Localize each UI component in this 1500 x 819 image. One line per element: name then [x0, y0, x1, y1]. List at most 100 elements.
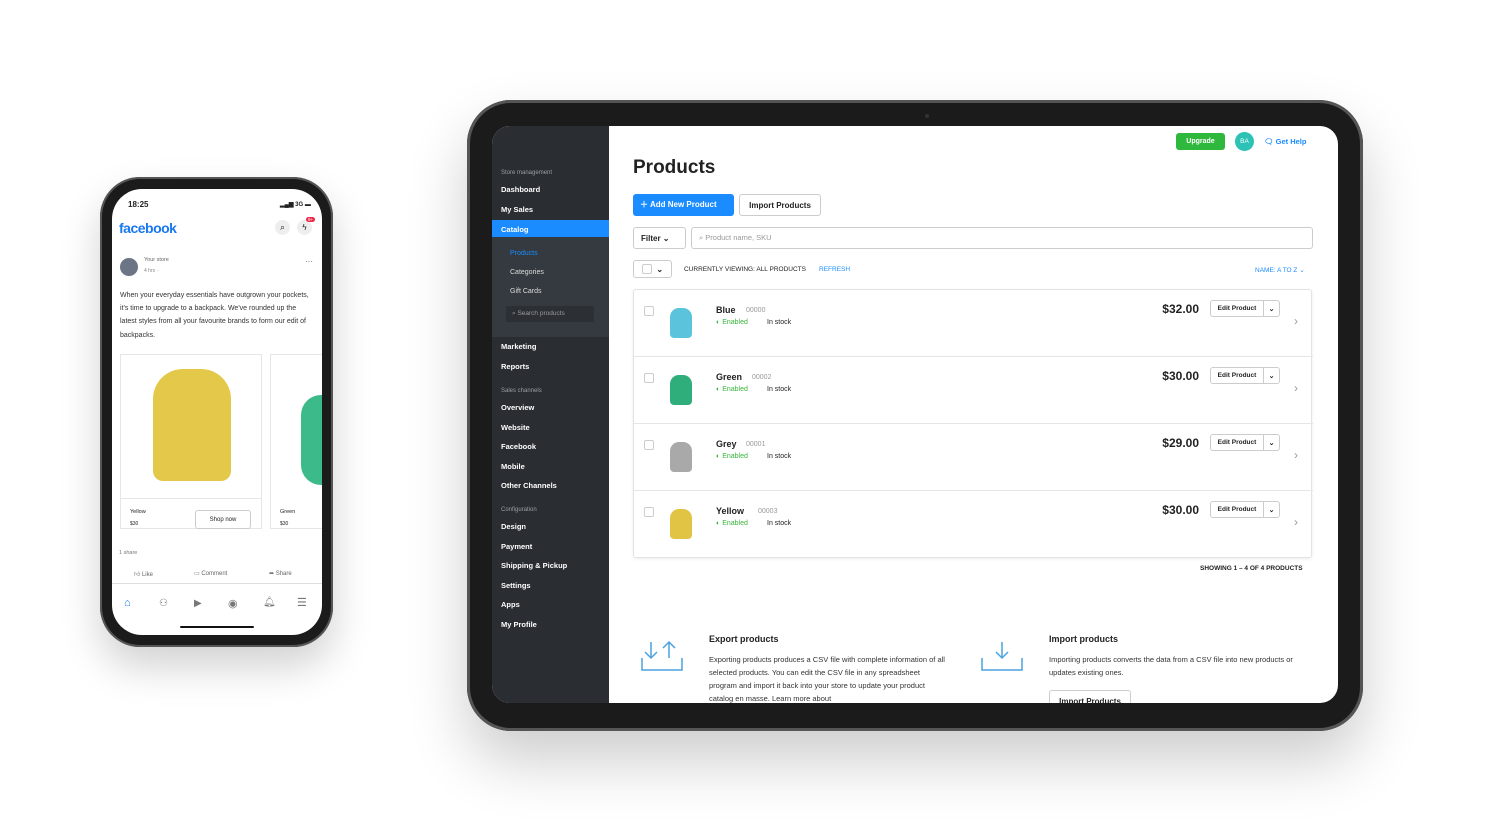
watch-icon[interactable]: ▶: [194, 598, 202, 609]
menu-icon[interactable]: ☰: [297, 596, 307, 609]
row-checkbox[interactable]: [644, 373, 654, 383]
sidebar-item-design[interactable]: Design: [501, 522, 526, 531]
filter-dropdown[interactable]: Filter ⌄: [633, 227, 686, 249]
product-row[interactable]: Yellow 00003 ◐ Enabled In stock $30.00 E…: [634, 491, 1313, 558]
section-store-management: Store management: [501, 170, 553, 176]
status-label: Enabled: [722, 453, 748, 460]
product-sku: 00002: [752, 374, 772, 381]
bulk-select-dropdown[interactable]: ⌄: [633, 260, 672, 278]
avatar: [120, 258, 138, 276]
refresh-link[interactable]: REFRESH: [819, 266, 850, 273]
sidebar-item-reports[interactable]: Reports: [501, 362, 529, 371]
product-name[interactable]: Green: [716, 372, 742, 382]
product-price: $30.00: [1162, 503, 1199, 517]
chevron-right-icon[interactable]: ›: [1294, 314, 1298, 328]
facebook-logo: facebook: [119, 220, 177, 236]
product-name: Green: [280, 509, 296, 515]
sidebar-item-overview[interactable]: Overview: [501, 403, 534, 412]
row-checkbox[interactable]: [644, 306, 654, 316]
edit-options-dropdown[interactable]: ⌄: [1263, 434, 1280, 451]
shop-now-button[interactable]: Shop now: [195, 510, 251, 529]
product-name[interactable]: Blue: [716, 305, 736, 315]
product-row[interactable]: Blue 00000 ◐ Enabled In stock $32.00 Edi…: [634, 290, 1313, 357]
post-text: When your everyday essentials have outgr…: [120, 292, 309, 339]
import-products-secondary-button[interactable]: Import Products: [1049, 690, 1131, 703]
sidebar-item-mobile[interactable]: Mobile: [501, 462, 525, 471]
edit-product-button[interactable]: Edit Product: [1210, 501, 1264, 518]
catalog-submenu: Products Categories Gift Cards ⌕ Search …: [492, 237, 609, 337]
sidebar-item-catalog[interactable]: Catalog: [492, 220, 609, 238]
comment-button[interactable]: ▭ Comment: [194, 570, 227, 577]
like-button[interactable]: 👍︎ Like: [134, 570, 153, 578]
sidebar-item-facebook[interactable]: Facebook: [501, 442, 536, 451]
stock-status: In stock: [767, 453, 792, 460]
sidebar-item-other-channels[interactable]: Other Channels: [501, 481, 557, 490]
sidebar-item-marketing[interactable]: Marketing: [501, 342, 536, 351]
sidebar-subitem-products[interactable]: Products: [510, 250, 538, 257]
chevron-right-icon[interactable]: ›: [1294, 448, 1298, 462]
viewing-label: CURRENTLY VIEWING: ALL PRODUCTS: [684, 266, 806, 273]
product-thumbnail: [670, 509, 692, 539]
row-checkbox[interactable]: [644, 507, 654, 517]
edit-product-button[interactable]: Edit Product: [1210, 434, 1264, 451]
edit-options-dropdown[interactable]: ⌄: [1263, 300, 1280, 317]
avatar[interactable]: BA: [1235, 132, 1254, 151]
select-all-checkbox[interactable]: [641, 264, 652, 274]
sidebar-subitem-gift-cards[interactable]: Gift Cards: [510, 288, 542, 295]
bell-icon[interactable]: 🔔︎: [263, 597, 276, 608]
status-badge: ◐ Enabled: [716, 453, 748, 460]
search-icon[interactable]: ⌕: [275, 220, 290, 235]
home-icon[interactable]: ⌂: [124, 597, 131, 609]
add-new-product-label: Add New Product: [649, 200, 717, 209]
sidebar-item-my-sales[interactable]: My Sales: [501, 205, 533, 214]
more-icon[interactable]: ···: [305, 257, 313, 266]
sidebar-search-input[interactable]: ⌕ Search products: [506, 306, 594, 322]
product-sku: 00000: [746, 307, 766, 314]
product-price: $30: [130, 521, 139, 527]
product-sku: 00003: [758, 508, 778, 515]
chevron-right-icon[interactable]: ›: [1294, 381, 1298, 395]
import-products-button[interactable]: Import Products: [739, 194, 821, 216]
notification-badge: 9+: [306, 217, 316, 222]
sidebar-item-payment[interactable]: Payment: [501, 542, 532, 551]
sidebar-item-shipping[interactable]: Shipping & Pickup: [501, 561, 567, 570]
sort-dropdown[interactable]: NAME: A TO Z ⌄: [1255, 266, 1305, 274]
edit-options-dropdown[interactable]: ⌄: [1263, 501, 1280, 518]
share-button[interactable]: ➦ Share: [269, 570, 292, 577]
catalog-label: Catalog: [501, 225, 529, 234]
product-row[interactable]: Grey 00001 ◐ Enabled In stock $29.00 Edi…: [634, 424, 1313, 491]
product-row[interactable]: Green 00002 ◐ Enabled In stock $30.00 Ed…: [634, 357, 1313, 424]
edit-product-button[interactable]: Edit Product: [1210, 367, 1264, 384]
product-name[interactable]: Grey: [716, 439, 737, 449]
get-help-link[interactable]: 🗨︎ Get Help: [1264, 137, 1306, 146]
product-price: $29.00: [1162, 436, 1199, 450]
product-name[interactable]: Yellow: [716, 506, 744, 516]
row-checkbox[interactable]: [644, 440, 654, 450]
messenger-icon[interactable]: ϟ: [297, 220, 312, 235]
sidebar-subitem-categories[interactable]: Categories: [510, 269, 544, 276]
sidebar-item-website[interactable]: Website: [501, 423, 530, 432]
edit-options-dropdown[interactable]: ⌄: [1263, 367, 1280, 384]
product-name: Yellow: [130, 509, 146, 515]
product-card-green[interactable]: Green $30: [270, 354, 322, 529]
product-price: $32.00: [1162, 302, 1199, 316]
edit-product-button[interactable]: Edit Product: [1210, 300, 1264, 317]
sidebar-item-dashboard[interactable]: Dashboard: [501, 185, 540, 194]
post-author[interactable]: Your store: [144, 257, 169, 263]
sidebar-item-apps[interactable]: Apps: [501, 600, 520, 609]
upgrade-button[interactable]: Upgrade: [1176, 133, 1225, 150]
section-configuration: Configuration: [501, 507, 537, 513]
product-card-yellow[interactable]: Yellow $30 Shop now: [120, 354, 262, 529]
chevron-right-icon[interactable]: ›: [1294, 515, 1298, 529]
groups-icon[interactable]: ◉: [228, 597, 238, 610]
filter-label: Filter: [641, 233, 661, 243]
sidebar-item-settings[interactable]: Settings: [501, 581, 531, 590]
status-badge: ◐ Enabled: [716, 319, 748, 326]
network-label: 3G: [295, 202, 304, 208]
status-badge: ◐ Enabled: [716, 520, 748, 527]
sidebar-item-my-profile[interactable]: My Profile: [501, 620, 537, 629]
product-search-input[interactable]: ⌕ Product name, SKU: [691, 227, 1313, 249]
friends-icon[interactable]: ⚇: [159, 598, 168, 609]
add-new-product-button[interactable]: ＋ Add New Product: [633, 194, 734, 216]
post-meta: 4 hrs ·: [144, 268, 159, 274]
